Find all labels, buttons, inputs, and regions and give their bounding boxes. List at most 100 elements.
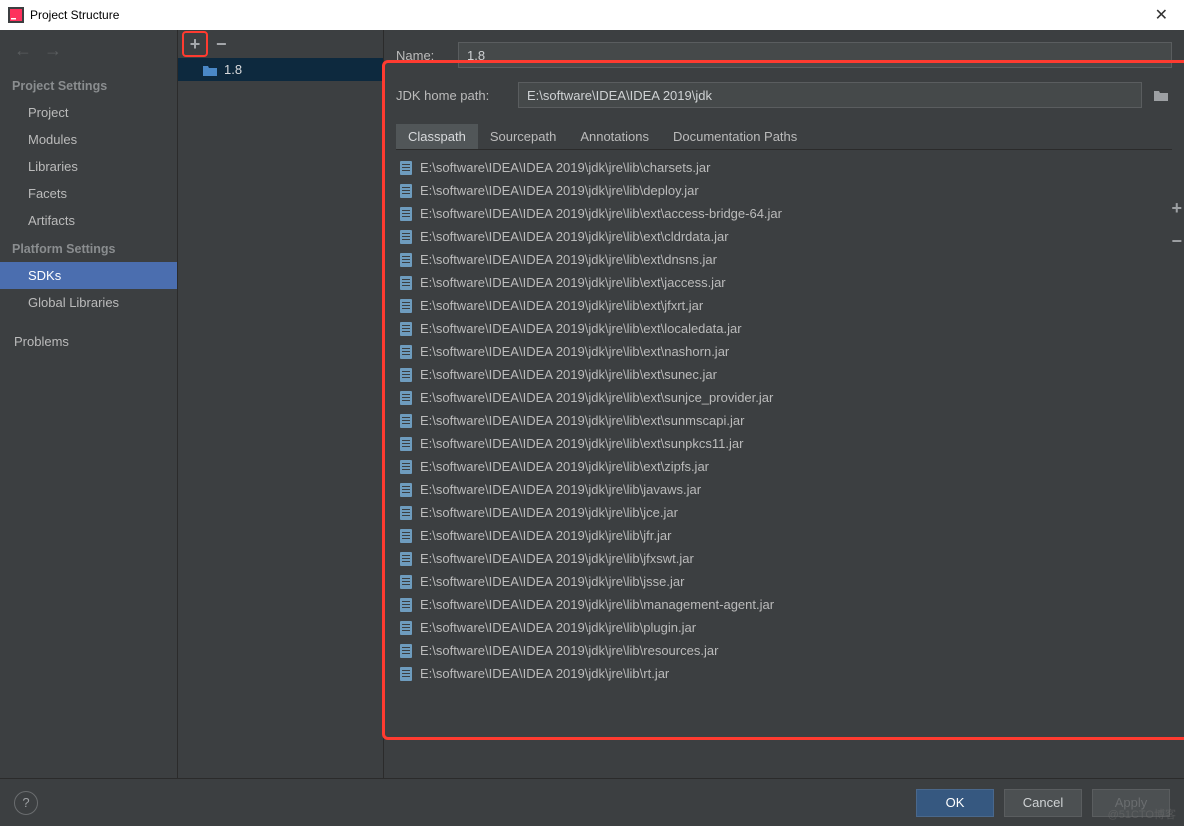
classpath-entry[interactable]: E:\software\IDEA\IDEA 2019\jdk\jre\lib\j… — [396, 501, 1172, 524]
jar-icon — [400, 437, 412, 451]
classpath-entry[interactable]: E:\software\IDEA\IDEA 2019\jdk\jre\lib\c… — [396, 156, 1172, 179]
sidebar-item-global-libraries[interactable]: Global Libraries — [0, 289, 177, 316]
classpath-entry[interactable]: E:\software\IDEA\IDEA 2019\jdk\jre\lib\e… — [396, 340, 1172, 363]
jar-icon — [400, 644, 412, 658]
classpath-entry[interactable]: E:\software\IDEA\IDEA 2019\jdk\jre\lib\e… — [396, 317, 1172, 340]
watermark: @51CTO博客 — [1108, 806, 1176, 822]
classpath-path: E:\software\IDEA\IDEA 2019\jdk\jre\lib\j… — [420, 480, 701, 499]
classpath-path: E:\software\IDEA\IDEA 2019\jdk\jre\lib\p… — [420, 618, 696, 637]
sidebar-item-libraries[interactable]: Libraries — [0, 153, 177, 180]
jar-icon — [400, 667, 412, 681]
window-title: Project Structure — [30, 8, 119, 22]
jar-icon — [400, 575, 412, 589]
jar-icon — [400, 414, 412, 428]
classpath-entry[interactable]: E:\software\IDEA\IDEA 2019\jdk\jre\lib\e… — [396, 271, 1172, 294]
classpath-entry[interactable]: E:\software\IDEA\IDEA 2019\jdk\jre\lib\e… — [396, 225, 1172, 248]
jar-icon — [400, 460, 412, 474]
classpath-entry[interactable]: E:\software\IDEA\IDEA 2019\jdk\jre\lib\d… — [396, 179, 1172, 202]
sidebar-item-project[interactable]: Project — [0, 99, 177, 126]
classpath-entry[interactable]: E:\software\IDEA\IDEA 2019\jdk\jre\lib\e… — [396, 248, 1172, 271]
classpath-entry[interactable]: E:\software\IDEA\IDEA 2019\jdk\jre\lib\m… — [396, 593, 1172, 616]
titlebar: Project Structure ✕ — [0, 0, 1184, 30]
classpath-entry[interactable]: E:\software\IDEA\IDEA 2019\jdk\jre\lib\j… — [396, 524, 1172, 547]
help-button[interactable]: ? — [14, 791, 38, 815]
tab-sourcepath[interactable]: Sourcepath — [478, 124, 569, 149]
sidebar-item-facets[interactable]: Facets — [0, 180, 177, 207]
jar-icon — [400, 161, 412, 175]
add-classpath-button[interactable]: + — [1165, 198, 1184, 219]
sdk-list-panel: + − 1.8 — [178, 30, 384, 778]
app-icon — [8, 7, 24, 23]
classpath-path: E:\software\IDEA\IDEA 2019\jdk\jre\lib\e… — [420, 250, 717, 269]
remove-sdk-button[interactable]: − — [212, 34, 231, 55]
classpath-entry[interactable]: E:\software\IDEA\IDEA 2019\jdk\jre\lib\e… — [396, 202, 1172, 225]
classpath-path: E:\software\IDEA\IDEA 2019\jdk\jre\lib\e… — [420, 411, 744, 430]
classpath-entry[interactable]: E:\software\IDEA\IDEA 2019\jdk\jre\lib\e… — [396, 386, 1172, 409]
cancel-button[interactable]: Cancel — [1004, 789, 1082, 817]
tab-documentation-paths[interactable]: Documentation Paths — [661, 124, 809, 149]
jar-icon — [400, 345, 412, 359]
tabs: ClasspathSourcepathAnnotationsDocumentat… — [396, 124, 1172, 150]
ok-button[interactable]: OK — [916, 789, 994, 817]
classpath-path: E:\software\IDEA\IDEA 2019\jdk\jre\lib\r… — [420, 641, 718, 660]
jar-icon — [400, 230, 412, 244]
sidebar-item-sdks[interactable]: SDKs — [0, 262, 177, 289]
classpath-path: E:\software\IDEA\IDEA 2019\jdk\jre\lib\e… — [420, 204, 782, 223]
classpath-entry[interactable]: E:\software\IDEA\IDEA 2019\jdk\jre\lib\j… — [396, 570, 1172, 593]
sidebar-item-modules[interactable]: Modules — [0, 126, 177, 153]
jar-icon — [400, 621, 412, 635]
nav-forward-icon[interactable]: → — [44, 40, 62, 61]
jar-icon — [400, 207, 412, 221]
classpath-entry[interactable]: E:\software\IDEA\IDEA 2019\jdk\jre\lib\j… — [396, 547, 1172, 570]
classpath-entry[interactable]: E:\software\IDEA\IDEA 2019\jdk\jre\lib\e… — [396, 294, 1172, 317]
name-input[interactable] — [458, 42, 1172, 68]
classpath-entry[interactable]: E:\software\IDEA\IDEA 2019\jdk\jre\lib\e… — [396, 455, 1172, 478]
jar-icon — [400, 391, 412, 405]
classpath-entry[interactable]: E:\software\IDEA\IDEA 2019\jdk\jre\lib\e… — [396, 409, 1172, 432]
jar-icon — [400, 253, 412, 267]
nav-back-icon[interactable]: ← — [14, 40, 32, 61]
classpath-entry[interactable]: E:\software\IDEA\IDEA 2019\jdk\jre\lib\p… — [396, 616, 1172, 639]
classpath-entry[interactable]: E:\software\IDEA\IDEA 2019\jdk\jre\lib\j… — [396, 478, 1172, 501]
classpath-path: E:\software\IDEA\IDEA 2019\jdk\jre\lib\j… — [420, 503, 678, 522]
classpath-path: E:\software\IDEA\IDEA 2019\jdk\jre\lib\m… — [420, 595, 774, 614]
sidebar: ← → Project SettingsProjectModulesLibrar… — [0, 30, 178, 778]
close-icon[interactable]: ✕ — [1147, 5, 1176, 25]
section-header: Project Settings — [0, 71, 177, 99]
classpath-path: E:\software\IDEA\IDEA 2019\jdk\jre\lib\e… — [420, 273, 726, 292]
browse-folder-icon[interactable] — [1150, 84, 1172, 106]
jar-icon — [400, 506, 412, 520]
classpath-entry[interactable]: E:\software\IDEA\IDEA 2019\jdk\jre\lib\e… — [396, 432, 1172, 455]
classpath-path: E:\software\IDEA\IDEA 2019\jdk\jre\lib\e… — [420, 388, 773, 407]
sdk-item-label: 1.8 — [224, 62, 242, 77]
remove-classpath-button[interactable]: − — [1165, 231, 1184, 252]
classpath-list[interactable]: E:\software\IDEA\IDEA 2019\jdk\jre\lib\c… — [396, 152, 1172, 689]
classpath-path: E:\software\IDEA\IDEA 2019\jdk\jre\lib\d… — [420, 181, 699, 200]
classpath-entry[interactable]: E:\software\IDEA\IDEA 2019\jdk\jre\lib\r… — [396, 639, 1172, 662]
details-panel: Name: JDK home path: ClasspathSourcepath… — [384, 30, 1184, 778]
classpath-path: E:\software\IDEA\IDEA 2019\jdk\jre\lib\e… — [420, 296, 703, 315]
jar-icon — [400, 529, 412, 543]
classpath-entry[interactable]: E:\software\IDEA\IDEA 2019\jdk\jre\lib\r… — [396, 662, 1172, 685]
folder-icon — [202, 63, 218, 77]
sidebar-item-problems[interactable]: Problems — [0, 328, 177, 355]
classpath-path: E:\software\IDEA\IDEA 2019\jdk\jre\lib\j… — [420, 549, 694, 568]
classpath-entry[interactable]: E:\software\IDEA\IDEA 2019\jdk\jre\lib\e… — [396, 363, 1172, 386]
add-sdk-button[interactable]: + — [186, 34, 205, 55]
classpath-path: E:\software\IDEA\IDEA 2019\jdk\jre\lib\c… — [420, 158, 710, 177]
sidebar-item-artifacts[interactable]: Artifacts — [0, 207, 177, 234]
path-input[interactable] — [518, 82, 1142, 108]
classpath-path: E:\software\IDEA\IDEA 2019\jdk\jre\lib\e… — [420, 434, 743, 453]
jar-icon — [400, 276, 412, 290]
classpath-path: E:\software\IDEA\IDEA 2019\jdk\jre\lib\e… — [420, 342, 729, 361]
jar-icon — [400, 368, 412, 382]
footer: ? OK Cancel Apply — [0, 778, 1184, 826]
tab-classpath[interactable]: Classpath — [396, 124, 478, 149]
tab-annotations[interactable]: Annotations — [568, 124, 661, 149]
sdk-item[interactable]: 1.8 — [178, 58, 383, 81]
jar-icon — [400, 299, 412, 313]
jar-icon — [400, 322, 412, 336]
classpath-path: E:\software\IDEA\IDEA 2019\jdk\jre\lib\r… — [420, 664, 669, 683]
path-label: JDK home path: — [396, 88, 508, 103]
section-header: Platform Settings — [0, 234, 177, 262]
